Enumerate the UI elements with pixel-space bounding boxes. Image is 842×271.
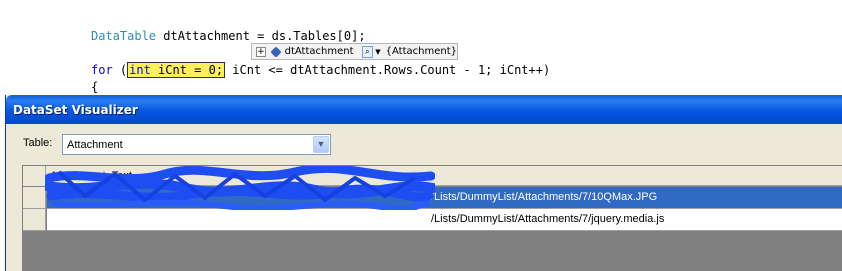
code-line-1: DataTable dtAttachment = ds.Tables[0]; [91,29,366,43]
int-keyword: int [129,63,151,77]
expand-icon[interactable]: + [256,46,266,57]
type-keyword: DataTable [91,29,157,43]
object-icon [270,45,282,58]
dataset-visualizer-dialog: DataSet Visualizer Table: Attachment ▼ A… [5,95,842,271]
code-text: ( [112,63,128,77]
grid-header: Attachment_Text [23,166,842,186]
code-text: dtAttachment = ds.Tables[0]; [156,29,366,43]
table-label: Table: [23,137,53,149]
code-editor[interactable]: DataTable dtAttachment = ds.Tables[0]; f… [0,0,842,95]
highlight-text: iCnt = 0; [150,63,224,77]
table-row[interactable]: /Lists/DummyList/Attachments/7/jquery.me… [23,209,842,231]
datatip-name: dtAttachment [284,46,354,57]
table-select[interactable]: Attachment ▼ [62,134,331,155]
table-row[interactable]: /Lists/DummyList/Attachments/7/10QMax.JP… [23,187,842,209]
table-cell[interactable]: /Lists/DummyList/Attachments/7/jquery.me… [47,209,842,231]
breakpoint-highlight: int iCnt = 0; [127,62,226,78]
dialog-title: DataSet Visualizer [13,102,138,117]
code-line-2: for (int iCnt = 0; iCnt <= dtAttachment.… [91,62,551,78]
table-select-value: Attachment [67,139,123,151]
datatip[interactable]: + dtAttachment ⌕ ▼ {Attachment} [251,43,458,60]
code-line-3: { [91,80,99,94]
data-grid[interactable]: Attachment_Text /Lists/DummyList/Attachm… [22,165,842,271]
datatip-value: {Attachment} [385,46,457,57]
magnifier-icon[interactable]: ⌕ [361,45,374,58]
row-header[interactable] [23,209,46,231]
column-header-attachment-text[interactable]: Attachment_Text [50,170,132,182]
for-keyword: for [91,63,113,77]
chevron-down-icon[interactable]: ▼ [313,136,329,153]
code-text: iCnt <= dtAttachment.Rows.Count - 1; iCn… [225,63,551,77]
grid-corner[interactable] [23,166,46,186]
cell-text: /Lists/DummyList/Attachments/7/jquery.me… [431,213,665,225]
table-cell[interactable]: /Lists/DummyList/Attachments/7/10QMax.JP… [47,187,842,209]
dropdown-arrow-icon[interactable]: ▼ [375,48,380,56]
title-bar[interactable]: DataSet Visualizer [6,95,842,124]
row-header[interactable] [23,187,46,209]
cell-text: /Lists/DummyList/Attachments/7/10QMax.JP… [431,191,658,203]
